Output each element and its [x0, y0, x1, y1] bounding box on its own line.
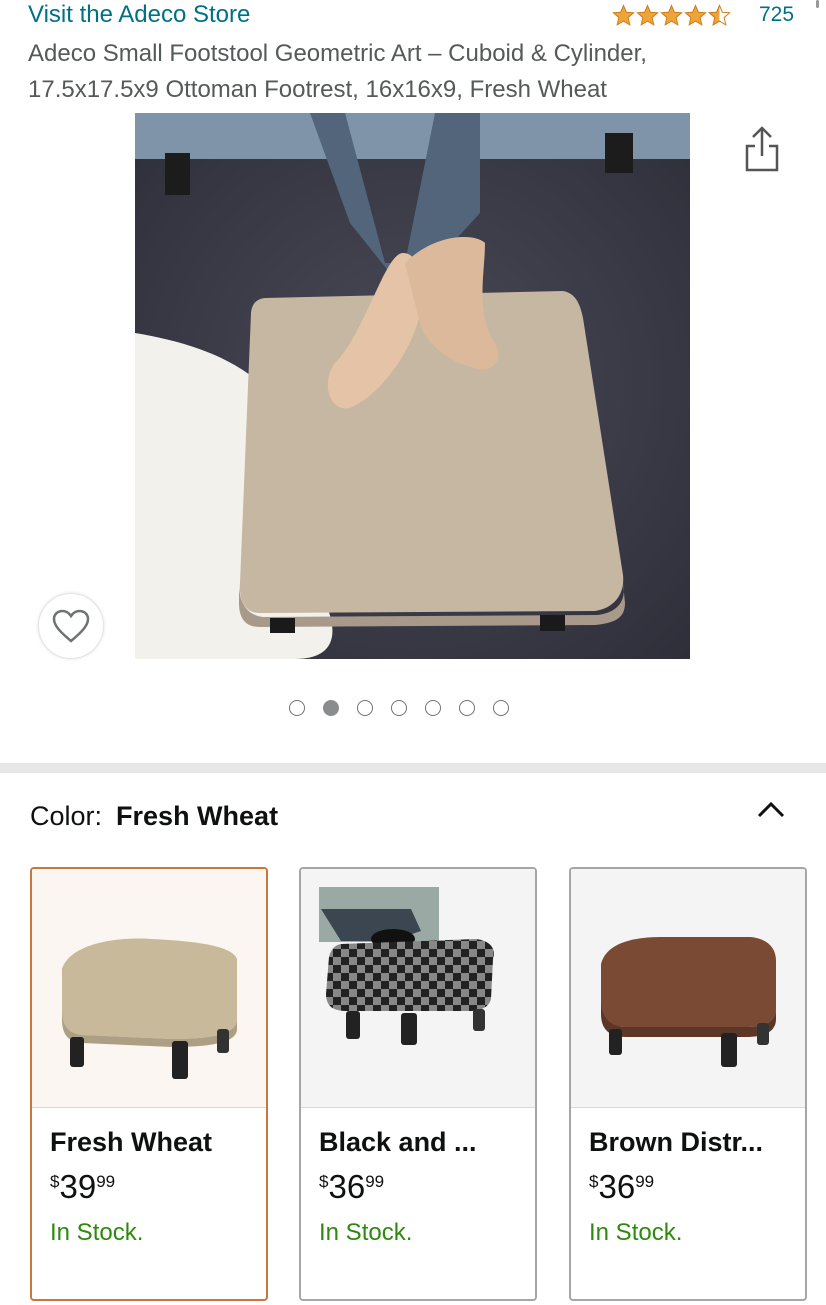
- price-fraction: 99: [96, 1172, 116, 1191]
- scrollbar-thumb[interactable]: [816, 0, 819, 8]
- image-pagination: [289, 700, 509, 716]
- color-option-black-and-white[interactable]: Black and ... $36 99 In Stock.: [299, 867, 537, 1301]
- product-image[interactable]: [135, 113, 690, 659]
- section-divider: [0, 763, 826, 773]
- color-selector-header: Color: Fresh Wheat: [30, 798, 278, 834]
- star-rating: [612, 3, 731, 27]
- pagination-dot[interactable]: [391, 700, 407, 716]
- half-star-icon: [708, 3, 731, 26]
- pagination-dot[interactable]: [425, 700, 441, 716]
- swatch-name: Fresh Wheat: [50, 1127, 213, 1157]
- heart-icon: [52, 609, 90, 643]
- chevron-up-icon: [757, 801, 785, 818]
- rating-count[interactable]: 725: [759, 2, 794, 28]
- share-icon[interactable]: [742, 124, 782, 174]
- price-fraction: 99: [365, 1172, 385, 1191]
- rating-summary[interactable]: 725: [612, 2, 794, 28]
- swatch-image: [32, 869, 266, 1108]
- swatch-price: $36 99: [319, 1169, 384, 1205]
- pagination-dot[interactable]: [459, 700, 475, 716]
- price-currency: $: [50, 1172, 60, 1191]
- price-currency: $: [589, 1172, 599, 1191]
- selected-color: Fresh Wheat: [116, 801, 279, 831]
- star-icon: [660, 3, 683, 26]
- pagination-dot[interactable]: [323, 700, 339, 716]
- price-whole: 39: [59, 1168, 97, 1205]
- color-option-brown-distressed[interactable]: Brown Distr... $36 99 In Stock.: [569, 867, 807, 1301]
- stock-status: In Stock.: [50, 1219, 144, 1246]
- pagination-dot[interactable]: [289, 700, 305, 716]
- swatch-price: $39 99: [50, 1169, 115, 1205]
- product-title: Adeco Small Footstool Geometric Art – Cu…: [28, 40, 647, 103]
- store-link[interactable]: Visit the Adeco Store: [28, 0, 250, 30]
- pagination-dot[interactable]: [493, 700, 509, 716]
- star-icon: [636, 3, 659, 26]
- swatch-image: [571, 869, 805, 1108]
- collapse-button[interactable]: [756, 798, 786, 820]
- stock-status: In Stock.: [589, 1219, 683, 1246]
- footstool-photo: [135, 113, 690, 659]
- stock-status: In Stock.: [319, 1219, 413, 1246]
- star-icon: [612, 3, 635, 26]
- price-fraction: 99: [635, 1172, 655, 1191]
- star-icon: [684, 3, 707, 26]
- add-to-wishlist-button[interactable]: [38, 593, 104, 659]
- pagination-dot[interactable]: [357, 700, 373, 716]
- swatch-name: Brown Distr...: [589, 1127, 764, 1157]
- price-currency: $: [319, 1172, 329, 1191]
- price-whole: 36: [328, 1168, 366, 1205]
- swatch-name: Black and ...: [319, 1127, 477, 1157]
- price-whole: 36: [598, 1168, 636, 1205]
- color-option-fresh-wheat[interactable]: Fresh Wheat $39 99 In Stock.: [30, 867, 268, 1301]
- swatch-image: [301, 869, 535, 1108]
- color-label: Color:: [30, 801, 103, 831]
- swatch-price: $36 99: [589, 1169, 654, 1205]
